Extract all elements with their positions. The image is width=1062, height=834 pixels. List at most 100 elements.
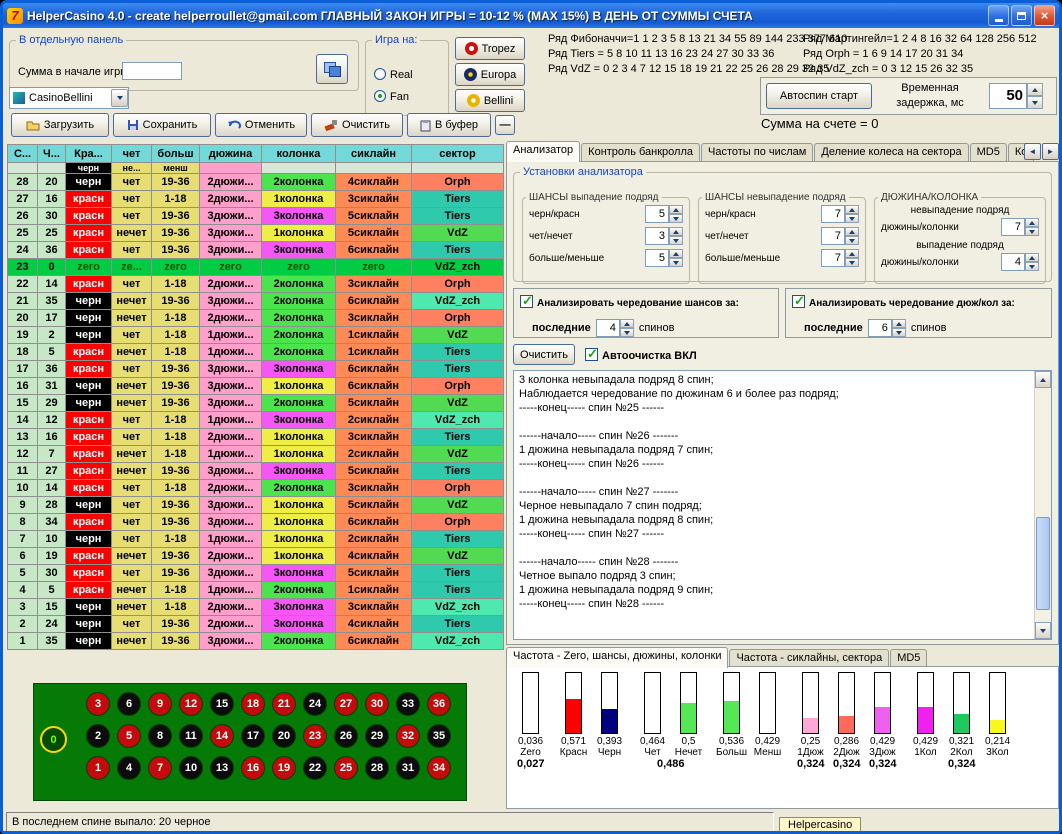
spin-up-icon[interactable] xyxy=(1025,253,1039,262)
spinner[interactable]: 4 xyxy=(596,319,634,337)
spin-up-icon[interactable] xyxy=(892,319,906,328)
dozen-miss-spinner[interactable]: 7 xyxy=(1001,218,1039,236)
spinner[interactable]: 6 xyxy=(868,319,906,337)
roulette-number-9[interactable]: 9 xyxy=(148,692,172,716)
spin-down-icon[interactable] xyxy=(1025,227,1039,236)
tab-5[interactable]: MD5 xyxy=(970,143,1007,162)
spin-up-icon[interactable] xyxy=(845,205,859,214)
roulette-number-19[interactable]: 19 xyxy=(272,756,296,780)
analyzer-clear-button[interactable]: Очистить xyxy=(513,344,575,365)
roulette-number-30[interactable]: 30 xyxy=(365,692,389,716)
roulette-number-6[interactable]: 6 xyxy=(117,692,141,716)
radio-fan[interactable]: Fan xyxy=(374,90,409,103)
collapse-button[interactable]: — xyxy=(495,115,515,135)
roulette-number-33[interactable]: 33 xyxy=(396,692,420,716)
roulette-number-15[interactable]: 15 xyxy=(210,692,234,716)
roulette-number-28[interactable]: 28 xyxy=(365,756,389,780)
spin-down-icon[interactable] xyxy=(845,214,859,223)
roulette-number-3[interactable]: 3 xyxy=(86,692,110,716)
sum-start-input[interactable] xyxy=(122,62,182,80)
spin-down-icon[interactable] xyxy=(845,258,859,267)
casino-select[interactable]: CasinoBellini xyxy=(9,87,129,109)
spinner[interactable]: 7 xyxy=(821,227,859,245)
roulette-number-5[interactable]: 5 xyxy=(117,724,141,748)
analyze-chances-checkbox[interactable] xyxy=(520,295,533,308)
spin-up-icon[interactable] xyxy=(845,227,859,236)
close-button[interactable]: × xyxy=(1034,5,1055,26)
scroll-down-icon[interactable] xyxy=(1035,622,1051,639)
dozen-hit-spinner[interactable]: 4 xyxy=(1001,253,1039,271)
roulette-number-27[interactable]: 27 xyxy=(334,692,358,716)
scroll-thumb[interactable] xyxy=(1036,517,1050,611)
roulette-number-13[interactable]: 13 xyxy=(210,756,234,780)
spin-down-icon[interactable] xyxy=(669,258,683,267)
undo-button[interactable]: Отменить xyxy=(215,113,307,137)
roulette-number-21[interactable]: 21 xyxy=(272,692,296,716)
spin-down-icon[interactable] xyxy=(669,214,683,223)
tab-scroll-left-icon[interactable]: ◄ xyxy=(1024,143,1041,160)
spin-up-icon[interactable] xyxy=(1025,218,1039,227)
spinner[interactable]: 5 xyxy=(645,205,683,223)
spinner[interactable]: 7 xyxy=(821,249,859,267)
spin-down-icon[interactable] xyxy=(669,236,683,245)
combo-dropdown-icon[interactable] xyxy=(111,89,128,107)
spin-up-icon[interactable] xyxy=(1027,83,1043,96)
roulette-number-32[interactable]: 32 xyxy=(396,724,420,748)
analyze-dozens-checkbox[interactable] xyxy=(792,295,805,308)
spin-down-icon[interactable] xyxy=(845,236,859,245)
roulette-number-36[interactable]: 36 xyxy=(427,692,451,716)
tab-scroll-right-icon[interactable]: ► xyxy=(1042,143,1059,160)
roulette-number-24[interactable]: 24 xyxy=(303,692,327,716)
roulette-number-26[interactable]: 26 xyxy=(334,724,358,748)
load-button[interactable]: Загрузить xyxy=(11,113,109,137)
chance-last-spinner[interactable]: 4 xyxy=(596,319,634,337)
autoclear-checkbox[interactable]: Автоочистка ВКЛ xyxy=(585,348,697,362)
titlebar[interactable]: 7 HelperCasino 4.0 - create helperroulle… xyxy=(3,3,1059,28)
spin-down-icon[interactable] xyxy=(620,328,634,337)
roulette-number-34[interactable]: 34 xyxy=(427,756,451,780)
freq-tab-1[interactable]: Частота - Zero, шансы, дюжины, колонки xyxy=(506,647,728,668)
roulette-number-12[interactable]: 12 xyxy=(179,692,203,716)
tropez-button[interactable]: Tropez xyxy=(455,37,525,60)
spin-up-icon[interactable] xyxy=(669,205,683,214)
roulette-number-14[interactable]: 14 xyxy=(210,724,234,748)
spinner[interactable]: 7 xyxy=(821,205,859,223)
spin-down-icon[interactable] xyxy=(1027,96,1043,109)
log-scrollbar[interactable] xyxy=(1034,371,1051,639)
buffer-button[interactable]: В буфер xyxy=(407,113,491,137)
roulette-number-10[interactable]: 10 xyxy=(179,756,203,780)
roulette-number-25[interactable]: 25 xyxy=(334,756,358,780)
roulette-number-23[interactable]: 23 xyxy=(303,724,327,748)
minimize-button[interactable] xyxy=(988,5,1009,26)
dozen-last-spinner[interactable]: 6 xyxy=(868,319,906,337)
spin-down-icon[interactable] xyxy=(892,328,906,337)
roulette-number-11[interactable]: 11 xyxy=(179,724,203,748)
roulette-number-8[interactable]: 8 xyxy=(148,724,172,748)
bellini-button[interactable]: Bellini xyxy=(455,89,525,112)
save-button[interactable]: Сохранить xyxy=(113,113,211,137)
radio-real[interactable]: Real xyxy=(374,68,413,81)
spin-up-icon[interactable] xyxy=(620,319,634,328)
roulette-number-16[interactable]: 16 xyxy=(241,756,265,780)
tab-2[interactable]: Контроль банкролла xyxy=(581,143,700,162)
spinner[interactable]: 4 xyxy=(1001,253,1039,271)
delay-spinner[interactable]: 50 xyxy=(989,83,1043,109)
roulette-number-4[interactable]: 4 xyxy=(117,756,141,780)
spinner[interactable]: 7 xyxy=(1001,218,1039,236)
spin-up-icon[interactable] xyxy=(845,249,859,258)
spin-down-icon[interactable] xyxy=(1025,262,1039,271)
roulette-number-1[interactable]: 1 xyxy=(86,756,110,780)
roulette-number-31[interactable]: 31 xyxy=(396,756,420,780)
roulette-number-22[interactable]: 22 xyxy=(303,756,327,780)
tab-1[interactable]: Анализатор xyxy=(506,141,580,162)
tab-4[interactable]: Деление колеса на сектора xyxy=(814,143,968,162)
europa-button[interactable]: Europa xyxy=(455,63,525,86)
tab-3[interactable]: Частоты по числам xyxy=(701,143,813,162)
roulette-number-7[interactable]: 7 xyxy=(148,756,172,780)
scroll-up-icon[interactable] xyxy=(1035,371,1051,388)
restore-button[interactable] xyxy=(1011,5,1032,26)
clear-button[interactable]: Очистить xyxy=(311,113,403,137)
analyzer-log[interactable]: 3 колонка невыпадала подряд 8 спин;Наблю… xyxy=(513,370,1052,640)
spin-up-icon[interactable] xyxy=(669,249,683,258)
roulette-number-29[interactable]: 29 xyxy=(365,724,389,748)
